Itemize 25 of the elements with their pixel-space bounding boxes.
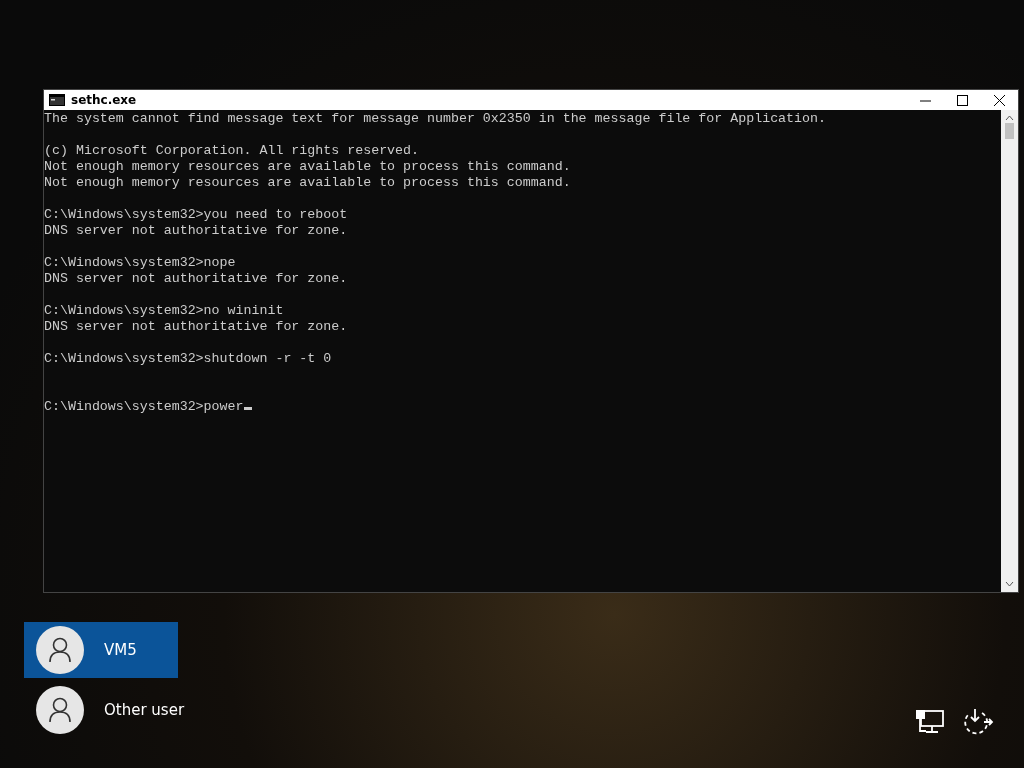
console-line: Not enough memory resources are available to process this command. [44, 159, 572, 175]
console-line: Not enough memory resources are available to process this command. [44, 175, 572, 191]
console-line: C:\Windows\system32>nope [44, 255, 237, 271]
console-line: DNS server not authoritative for zone. [44, 319, 349, 335]
avatar-icon [36, 686, 84, 734]
console-line: DNS server not authoritative for zone. [44, 223, 349, 239]
avatar-icon [36, 626, 84, 674]
console-line: C:\Windows\system32>no wininit [44, 303, 285, 319]
console-line: The system cannot find message text for message number 0x2350 in the message file for Application. [44, 111, 827, 127]
scrollbar[interactable] [1001, 110, 1018, 592]
window-title: sethc.exe [71, 93, 138, 107]
console-line: C:\Windows\system32>you need to reboot [44, 207, 349, 223]
command-line[interactable]: C:\Windows\system32>power [44, 399, 1001, 415]
close-icon [994, 94, 1005, 106]
scroll-thumb[interactable] [1005, 123, 1014, 139]
console-line: C:\Windows\system32>shutdown -r -t 0 [44, 351, 333, 367]
console-line: DNS server not authoritative for zone. [44, 271, 349, 287]
text-cursor [243, 407, 252, 410]
console-icon [49, 94, 65, 106]
user-tile[interactable]: Other user [24, 682, 199, 738]
scroll-down-icon[interactable] [1005, 581, 1014, 587]
scroll-up-icon[interactable] [1005, 115, 1014, 121]
maximize-icon [957, 94, 968, 106]
console-line: (c) Microsoft Corporation. All rights reserved. [44, 143, 421, 159]
user-tile[interactable]: VM5 [24, 622, 178, 678]
